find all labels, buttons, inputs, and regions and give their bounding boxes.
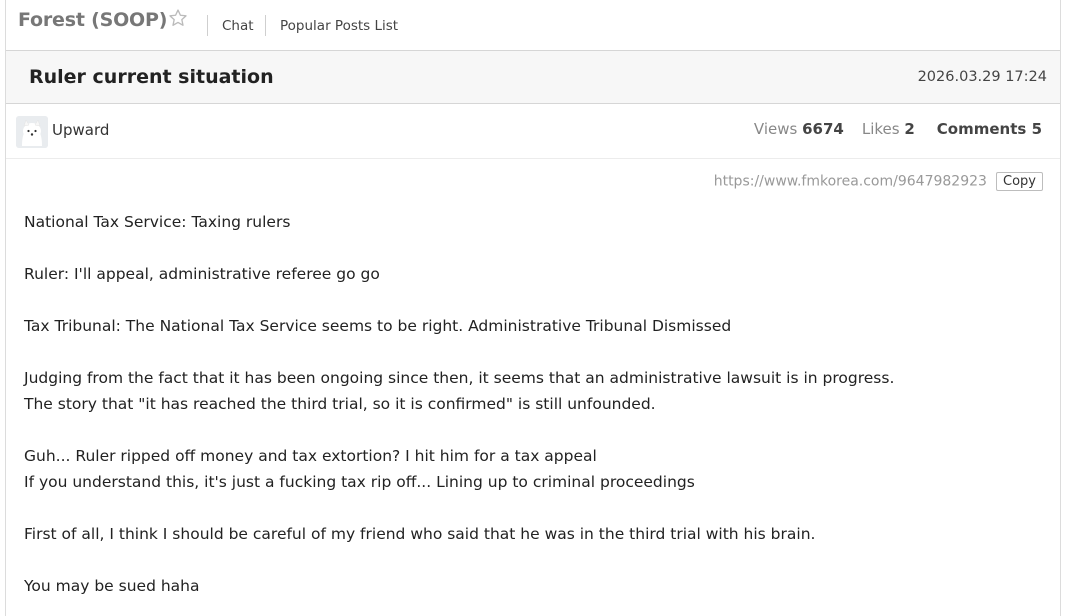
nav-link-chat[interactable]: Chat xyxy=(222,18,254,34)
body-line xyxy=(24,495,1024,521)
nav-divider xyxy=(265,15,266,36)
views-count: 6674 xyxy=(802,120,844,138)
views-stat: Views 6674 xyxy=(754,120,844,138)
likes-count: 2 xyxy=(904,120,915,138)
likes-stat: Likes 2 xyxy=(862,120,915,138)
body-line xyxy=(24,235,1024,261)
body-line: If you understand this, it's just a fuck… xyxy=(24,473,695,491)
post-meta: Upward Views 6674 Likes 2 Comments 5 xyxy=(6,104,1060,159)
post-url-row: https://www.fmkorea.com/9647982923 Copy xyxy=(714,171,1043,191)
body-line: National Tax Service: Taxing rulers xyxy=(24,213,291,231)
body-line: The story that "it has reached the third… xyxy=(24,395,656,413)
body-line xyxy=(24,339,1024,365)
nav-divider xyxy=(207,15,208,36)
post-url[interactable]: https://www.fmkorea.com/9647982923 xyxy=(714,174,987,190)
body-line xyxy=(24,417,1024,443)
post-date: 2026.03.29 17:24 xyxy=(917,69,1047,85)
views-label: Views xyxy=(753,120,798,138)
likes-label: Likes xyxy=(861,120,900,138)
body-line xyxy=(24,287,1024,313)
board-header: Forest (SOOP) Chat Popular Posts List xyxy=(6,0,1060,51)
post-body: National Tax Service: Taxing rulers Rule… xyxy=(24,209,1024,599)
post-title: Ruler current situation xyxy=(29,66,274,88)
body-line: Judging from the fact that it has been o… xyxy=(24,369,895,387)
body-line: First of all, I think I should be carefu… xyxy=(24,525,816,543)
nav-link-popular-posts[interactable]: Popular Posts List xyxy=(280,18,398,34)
copy-url-button[interactable]: Copy xyxy=(996,172,1043,191)
comments-count: 5 xyxy=(1031,120,1042,138)
comments-link[interactable]: Comments 5 xyxy=(937,120,1042,138)
body-line xyxy=(24,547,1024,573)
body-line: Ruler: I'll appeal, administrative refer… xyxy=(24,265,380,283)
board-title[interactable]: Forest (SOOP) xyxy=(18,9,167,31)
avatar[interactable] xyxy=(16,116,48,148)
body-line: Guh... Ruler ripped off money and tax ex… xyxy=(24,447,597,465)
post-stats: Views 6674 Likes 2 Comments 5 xyxy=(754,120,1042,138)
comments-label: Comments xyxy=(936,120,1027,138)
body-line: You may be sued haha xyxy=(24,577,200,595)
author-name[interactable]: Upward xyxy=(52,121,109,139)
star-icon[interactable] xyxy=(168,8,188,28)
post-page: Forest (SOOP) Chat Popular Posts List Ru… xyxy=(5,0,1061,616)
post-title-bar: Ruler current situation 2026.03.29 17:24 xyxy=(6,51,1060,104)
body-line: Tax Tribunal: The National Tax Service s… xyxy=(24,317,732,335)
